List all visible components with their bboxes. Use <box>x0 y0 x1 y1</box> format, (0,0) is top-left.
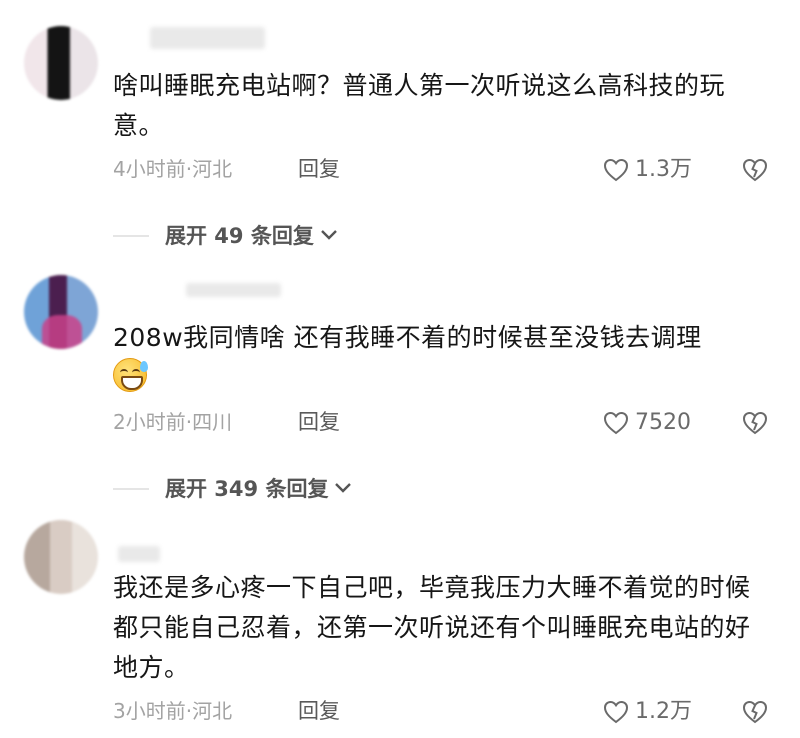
like-button[interactable]: 1.2万 <box>603 696 692 728</box>
heart-outline-icon <box>603 411 629 435</box>
expand-replies-label: 展开 49 条回复 <box>165 224 314 248</box>
reply-button[interactable]: 回复 <box>298 696 340 726</box>
chevron-down-icon <box>320 220 338 252</box>
grinning-sweat-emoji-icon <box>113 358 148 392</box>
like-count: 1.3万 <box>635 157 692 182</box>
avatar[interactable] <box>24 520 98 594</box>
username-blurred[interactable] <box>186 283 281 297</box>
comment-text: 啥叫睡眠充电站啊？普通人第一次听说这么高科技的玩意。 <box>113 71 726 140</box>
heart-outline-icon <box>603 158 629 182</box>
avatar[interactable] <box>24 275 98 349</box>
divider <box>113 235 149 237</box>
like-count: 1.2万 <box>635 699 692 724</box>
comment-meta: 4小时前·河北 <box>113 157 233 181</box>
chevron-down-icon <box>334 473 352 505</box>
expand-replies-label: 展开 349 条回复 <box>165 477 329 501</box>
broken-heart-icon[interactable] <box>741 410 769 438</box>
reply-button[interactable]: 回复 <box>298 407 340 437</box>
expand-replies-button[interactable]: 展开 349 条回复 <box>113 473 352 505</box>
broken-heart-icon[interactable] <box>741 699 769 727</box>
comment-meta: 3小时前·河北 <box>113 699 233 723</box>
comment-text: 208w我同情啥 还有我睡不着的时候甚至没钱去调理 <box>113 323 702 352</box>
divider <box>113 488 149 490</box>
username-blurred[interactable] <box>150 27 265 49</box>
reply-button[interactable]: 回复 <box>298 154 340 184</box>
broken-heart-icon[interactable] <box>741 157 769 185</box>
comment-text: 我还是多心疼一下自己吧，毕竟我压力大睡不着觉的时候都只能自己忍着，还第一次听说还… <box>113 573 751 682</box>
like-button[interactable]: 1.3万 <box>603 154 692 186</box>
comment-meta: 2小时前·四川 <box>113 410 233 434</box>
heart-outline-icon <box>603 700 629 724</box>
avatar[interactable] <box>24 26 98 100</box>
like-count: 7520 <box>635 410 691 435</box>
expand-replies-button[interactable]: 展开 49 条回复 <box>113 220 338 252</box>
username-blurred[interactable] <box>118 546 160 562</box>
like-button[interactable]: 7520 <box>603 407 691 439</box>
